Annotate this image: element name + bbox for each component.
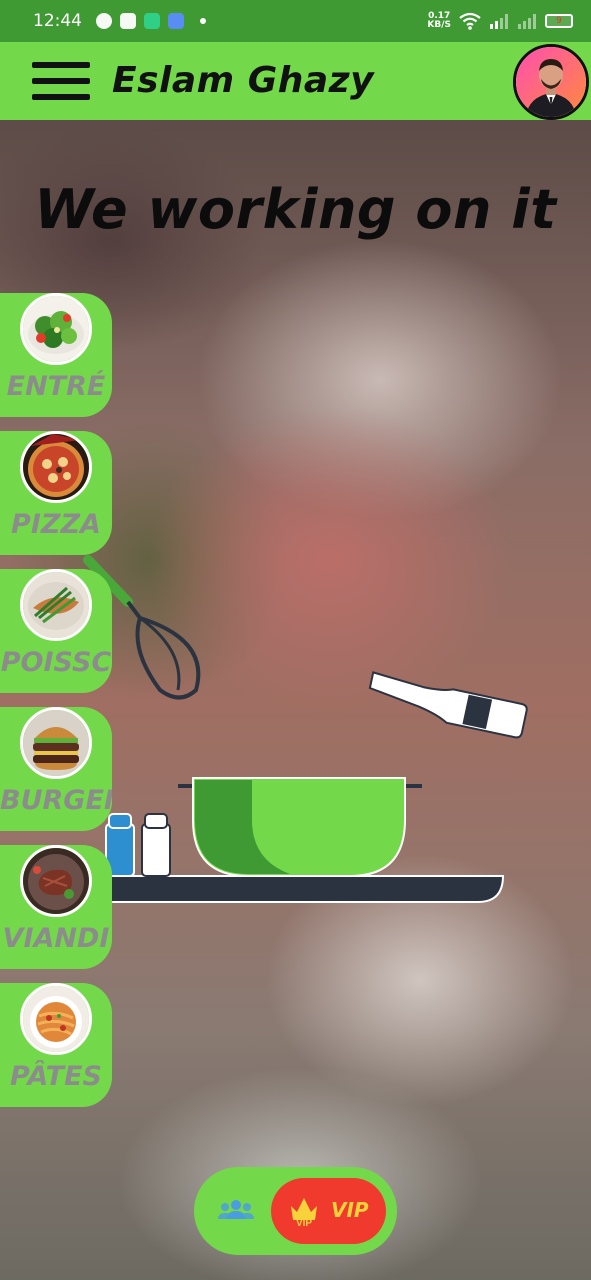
svg-text:VIP: VIP: [296, 1218, 312, 1228]
category-label: ENTRÉ: [6, 371, 106, 402]
category-item-pizza[interactable]: PIZZA: [0, 431, 112, 555]
status-time: 12:44: [33, 11, 82, 31]
battery-icon: 9: [545, 14, 573, 28]
category-label: POISSC: [0, 647, 112, 678]
network-speed: 0.17 KB/S: [427, 11, 451, 30]
app-bar: Eslam Ghazy: [0, 42, 591, 120]
menu-button[interactable]: [22, 44, 100, 118]
salad-image: [20, 293, 92, 365]
bottom-navigation: VIP VIP: [194, 1167, 397, 1255]
signal-icon-2: [518, 14, 536, 29]
hamburger-icon-line: [32, 62, 90, 68]
app-notification-icon: [168, 13, 184, 29]
category-item-viande[interactable]: VIANDI: [0, 845, 112, 969]
category-item-entree[interactable]: ENTRÉ: [0, 293, 112, 417]
profile-photo: [516, 47, 586, 117]
clipboard-icon: [144, 13, 160, 29]
crown-icon: VIP: [291, 1198, 317, 1228]
category-label: PIZZA: [11, 509, 101, 540]
pizza-image: [20, 431, 92, 503]
shelf: [107, 875, 505, 903]
wifi-icon: [459, 12, 481, 30]
category-label: VIANDI: [2, 923, 110, 954]
vip-button[interactable]: VIP VIP: [271, 1178, 386, 1244]
pot-icon: [192, 777, 406, 877]
pepper-shaker-icon: [141, 813, 171, 877]
vip-label: VIP: [331, 1198, 369, 1222]
page-title: We working on it: [34, 178, 557, 241]
more-notifications-dot: [200, 18, 206, 24]
app-title: Eslam Ghazy: [112, 60, 375, 101]
burger-image: [20, 707, 92, 779]
whatsapp-icon: [96, 13, 112, 29]
category-item-poisson[interactable]: POISSC: [0, 569, 112, 693]
pasta-image: [20, 983, 92, 1055]
category-label: PÂTES: [10, 1061, 102, 1092]
bottle-icon: [368, 671, 528, 739]
status-bar: 12:44 0.17 KB/S 9: [0, 0, 591, 42]
friends-button[interactable]: [216, 1193, 256, 1229]
category-item-pates[interactable]: PÂTES: [0, 983, 112, 1107]
category-label: BURGEI: [0, 785, 112, 816]
hamburger-icon-line: [32, 94, 90, 100]
avatar[interactable]: [513, 44, 589, 120]
notification-icons: [96, 13, 206, 29]
fish-image: [20, 569, 92, 641]
signal-icon: [490, 14, 508, 29]
group-icon: [218, 1200, 254, 1219]
steak-image: [20, 845, 92, 917]
hamburger-icon-line: [32, 78, 90, 84]
category-item-burger[interactable]: BURGEI: [0, 707, 112, 831]
snapchat-icon: [120, 13, 136, 29]
